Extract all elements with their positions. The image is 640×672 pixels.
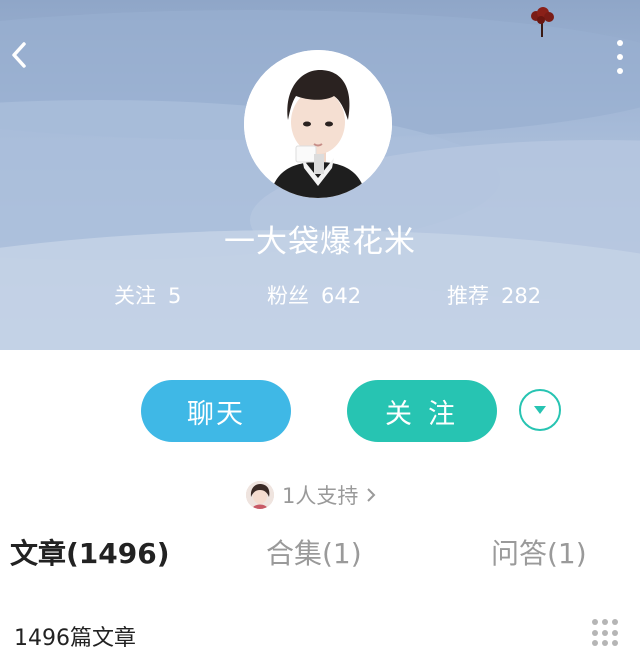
supporters-text: 1人支持 [282,484,359,508]
grid-dots-icon[interactable] [592,619,620,647]
recommend-count: 282 [501,284,542,308]
dot [592,629,598,636]
dot [602,640,608,647]
dot [612,629,618,636]
chevron-down-icon [534,406,546,414]
dot [602,619,608,625]
avatar-portrait [244,50,392,198]
vertical-dots-icon [617,40,623,46]
username: 一大袋爆花米 [224,224,416,260]
following-count: 5 [168,284,182,308]
dot [617,68,623,74]
dropdown-button[interactable] [519,389,561,431]
chevron-left-icon [12,42,26,68]
following-label: 关注 [114,284,156,308]
back-button[interactable] [4,38,34,72]
recommend-stat[interactable]: 推荐 282 [447,280,541,310]
follow-button[interactable]: 关注 [347,380,497,442]
following-stat[interactable]: 关注 5 [114,280,181,310]
supporter-avatar [246,481,274,509]
dot [617,54,623,60]
dot [602,629,608,636]
supporters-link[interactable]: 1人支持 [246,480,376,510]
recommend-label: 推荐 [447,284,489,308]
fans-stat[interactable]: 粉丝 642 [267,280,361,310]
chat-button[interactable]: 聊天 [141,380,291,442]
supporter-portrait [246,481,274,509]
tree-icon [531,7,554,37]
more-options-button[interactable] [610,40,630,74]
fans-label: 粉丝 [267,284,309,308]
dot [592,640,598,647]
article-count-label: 1496篇文章 [14,626,136,651]
tab-qa[interactable]: 问答(1) [491,532,587,572]
chevron-right-icon [367,488,376,502]
tab-collections[interactable]: 合集(1) [266,532,362,572]
fans-count: 642 [321,284,362,308]
profile-header: 一大袋爆花米 关注 5 粉丝 642 推荐 282 [0,0,640,350]
dot [612,619,618,625]
dot [612,640,618,647]
tab-articles[interactable]: 文章(1496) [10,532,170,572]
avatar[interactable] [244,50,392,198]
dot [592,619,598,625]
